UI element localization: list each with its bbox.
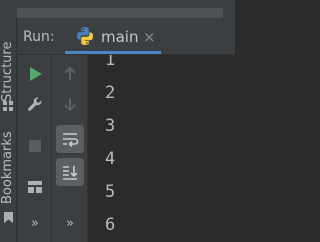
edit-configuration-button[interactable] (21, 90, 49, 118)
more-actions-left[interactable]: » (21, 210, 49, 238)
console-line: 4 (105, 149, 116, 169)
structure-icon (3, 96, 13, 111)
tab-main-label: main (101, 28, 139, 46)
console-line: 6 (105, 215, 116, 235)
rerun-button[interactable] (21, 60, 49, 88)
active-tab-indicator (65, 51, 161, 54)
console-line: 2 (105, 83, 116, 103)
scroll-to-end-button[interactable] (56, 158, 84, 186)
more-icon: » (66, 216, 74, 231)
soft-wrap-button[interactable] (56, 125, 84, 153)
rerun-icon (30, 67, 42, 81)
layout-icon (28, 181, 42, 193)
console-line: 5 (105, 182, 116, 202)
console-line: 3 (105, 116, 116, 136)
left-toolwindow-bar: Structure Bookmarks (0, 18, 17, 242)
run-panel-header: Run: main × (17, 18, 235, 55)
run-toolbar-left: » (17, 55, 52, 242)
scroll-to-end-icon (63, 166, 78, 180)
more-actions-right[interactable]: » (56, 210, 84, 238)
run-label: Run: (23, 29, 55, 45)
tab-main[interactable]: main × (65, 18, 161, 54)
soft-wrap-icon (63, 133, 79, 148)
up-stack-button[interactable] (56, 60, 84, 88)
bookmark-icon (4, 208, 13, 223)
more-icon: » (31, 216, 39, 231)
python-icon (75, 26, 95, 46)
console-output[interactable]: 1 2 3 4 5 6 (88, 55, 235, 242)
layout-button[interactable] (21, 173, 49, 201)
top-scrollbar[interactable] (17, 8, 223, 18)
stop-icon (29, 140, 41, 152)
stop-button[interactable] (21, 132, 49, 160)
up-arrow-icon (64, 66, 76, 80)
wrench-icon (28, 97, 42, 111)
console-line: 1 (105, 55, 116, 70)
down-arrow-icon (64, 98, 76, 112)
close-icon[interactable]: × (143, 28, 156, 46)
run-toolbar-right: » (52, 55, 88, 242)
down-stack-button[interactable] (56, 90, 84, 118)
